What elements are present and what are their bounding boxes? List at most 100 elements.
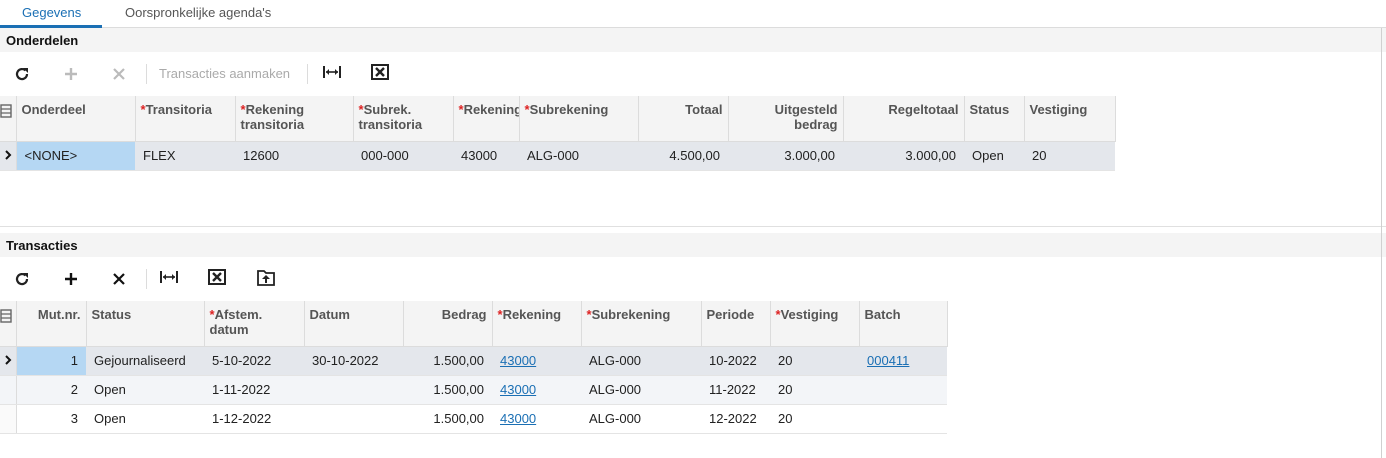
- cell-batch[interactable]: [859, 404, 947, 434]
- refresh-icon[interactable]: [10, 62, 34, 86]
- column-header-subrek-transitoria[interactable]: *Subrek. transitoria: [353, 96, 454, 142]
- add-icon[interactable]: [59, 62, 83, 86]
- column-chooser-icon[interactable]: [0, 96, 17, 142]
- cell-vestiging[interactable]: 20: [770, 346, 859, 376]
- row-indicator[interactable]: [0, 141, 17, 171]
- table-row[interactable]: 2 Open 1-11-2022 1.500,00 43000 ALG-000 11-202…: [0, 375, 947, 405]
- cell-vestiging[interactable]: 20: [1024, 141, 1115, 171]
- cell-rekening[interactable]: 43000: [453, 141, 519, 171]
- refresh-icon[interactable]: [10, 267, 34, 291]
- column-header-vestiging[interactable]: Vestiging: [1024, 96, 1116, 142]
- toolbar-separator: [146, 64, 147, 84]
- fit-columns-icon[interactable]: [157, 265, 181, 289]
- tab-gegevens[interactable]: Gegevens: [22, 5, 81, 20]
- export-excel-icon[interactable]: [368, 60, 392, 84]
- create-transactions-button[interactable]: Transacties aanmaken: [159, 66, 290, 81]
- onderdelen-header: Onderdelen: [0, 28, 1386, 52]
- cell-datum[interactable]: [304, 404, 403, 434]
- column-header-uitgesteld-bedrag[interactable]: Uitgesteld bedrag: [728, 96, 844, 142]
- column-header-status[interactable]: Status: [86, 301, 205, 347]
- cell-link[interactable]: 000411: [867, 353, 909, 368]
- column-header-vestiging[interactable]: *Vestiging: [770, 301, 860, 347]
- cell-bedrag[interactable]: 1.500,00: [403, 404, 492, 434]
- cell-mut-nr[interactable]: 1: [16, 346, 86, 376]
- cell-datum[interactable]: 30-10-2022: [304, 346, 403, 376]
- cell-link[interactable]: 43000: [500, 353, 536, 368]
- table-row[interactable]: <NONE> FLEX 12600 000-000 43000 ALG-000 4.500,…: [0, 141, 1115, 171]
- column-header-rekening[interactable]: *Rekening: [453, 96, 520, 142]
- cell-afstem-datum[interactable]: 5-10-2022: [204, 346, 304, 376]
- column-header-batch[interactable]: Batch: [859, 301, 948, 347]
- column-header-rekening[interactable]: *Rekening: [492, 301, 582, 347]
- tab-oorspronkelijke-agendas[interactable]: Oorspronkelijke agenda's: [125, 5, 271, 20]
- cell-rekening[interactable]: 43000: [492, 346, 581, 376]
- cell-rekening[interactable]: 43000: [492, 375, 581, 405]
- cell-batch[interactable]: 000411: [859, 346, 947, 376]
- cell-status[interactable]: Open: [86, 375, 204, 405]
- delete-icon[interactable]: [107, 267, 131, 291]
- cell-vestiging[interactable]: 20: [770, 375, 859, 405]
- cell-datum[interactable]: [304, 375, 403, 405]
- cell-subrekening[interactable]: ALG-000: [519, 141, 638, 171]
- cell-periode[interactable]: 10-2022: [701, 346, 770, 376]
- cell-mut-nr[interactable]: 3: [16, 404, 86, 434]
- cell-rekening[interactable]: 43000: [492, 404, 581, 434]
- cell-transitoria[interactable]: FLEX: [135, 141, 235, 171]
- cell-periode[interactable]: 12-2022: [701, 404, 770, 434]
- column-header-status[interactable]: Status: [964, 96, 1025, 142]
- cell-subrekening[interactable]: ALG-000: [581, 346, 701, 376]
- column-label: Periode: [706, 307, 755, 322]
- table-row[interactable]: 1 Gejournaliseerd 5-10-2022 30-10-2022 1.500…: [0, 346, 947, 376]
- cell-totaal[interactable]: 4.500,00: [638, 141, 728, 171]
- column-header-regeltotaal[interactable]: Regeltotaal: [843, 96, 965, 142]
- section-divider: [0, 226, 1386, 227]
- cell-subrekening[interactable]: ALG-000: [581, 375, 701, 405]
- cell-rekening-transitoria[interactable]: 12600: [235, 141, 353, 171]
- cell-status[interactable]: Gejournaliseerd: [86, 346, 204, 376]
- cell-onderdeel[interactable]: <NONE>: [16, 141, 135, 171]
- column-header-periode[interactable]: Periode: [701, 301, 771, 347]
- column-label: Mut.nr.: [37, 307, 81, 322]
- column-header-totaal[interactable]: Totaal: [638, 96, 729, 142]
- export-excel-icon[interactable]: [205, 265, 229, 289]
- row-indicator[interactable]: [0, 346, 17, 376]
- column-header-afstem-datum[interactable]: *Afstem. datum: [204, 301, 305, 347]
- column-header-bedrag[interactable]: Bedrag: [403, 301, 493, 347]
- add-icon[interactable]: [59, 267, 83, 291]
- column-header-subrekening[interactable]: *Subrekening: [519, 96, 639, 142]
- delete-icon[interactable]: [107, 62, 131, 86]
- column-header-onderdeel[interactable]: Onderdeel: [16, 96, 136, 142]
- column-header-datum[interactable]: Datum: [304, 301, 404, 347]
- column-header-mut-nr[interactable]: Mut.nr.: [16, 301, 87, 347]
- row-indicator[interactable]: [0, 375, 17, 405]
- cell-periode[interactable]: 11-2022: [701, 375, 770, 405]
- cell-regeltotaal[interactable]: 3.000,00: [843, 141, 964, 171]
- cell-link[interactable]: 43000: [500, 411, 536, 426]
- cell-link[interactable]: 43000: [500, 382, 536, 397]
- column-header-transitoria[interactable]: *Transitoria: [135, 96, 236, 142]
- cell-subrekening[interactable]: ALG-000: [581, 404, 701, 434]
- upload-icon[interactable]: [254, 265, 278, 289]
- cell-bedrag[interactable]: 1.500,00: [403, 375, 492, 405]
- column-label: Afstem. datum: [209, 307, 263, 337]
- cell-status[interactable]: Open: [964, 141, 1024, 171]
- cell-status[interactable]: Open: [86, 404, 204, 434]
- column-chooser-icon[interactable]: [0, 301, 17, 347]
- onderdelen-title: Onderdelen: [6, 33, 79, 48]
- column-header-rekening-transitoria[interactable]: *Rekening transitoria: [235, 96, 354, 142]
- cell-uitgesteld-bedrag[interactable]: 3.000,00: [728, 141, 843, 171]
- onderdelen-toolbar: Transacties aanmaken: [0, 52, 1386, 96]
- table-row[interactable]: 3 Open 1-12-2022 1.500,00 43000 ALG-000 12-202…: [0, 404, 947, 434]
- cell-afstem-datum[interactable]: 1-11-2022: [204, 375, 304, 405]
- cell-mut-nr[interactable]: 2: [16, 375, 86, 405]
- cell-batch[interactable]: [859, 375, 947, 405]
- column-header-subrekening[interactable]: *Subrekening: [581, 301, 702, 347]
- cell-subrek-transitoria[interactable]: 000-000: [353, 141, 453, 171]
- fit-columns-icon[interactable]: [320, 60, 344, 84]
- column-label: Onderdeel: [21, 102, 86, 117]
- scrollbar-track[interactable]: [1381, 28, 1382, 458]
- cell-bedrag[interactable]: 1.500,00: [403, 346, 492, 376]
- row-indicator[interactable]: [0, 404, 17, 434]
- cell-afstem-datum[interactable]: 1-12-2022: [204, 404, 304, 434]
- cell-vestiging[interactable]: 20: [770, 404, 859, 434]
